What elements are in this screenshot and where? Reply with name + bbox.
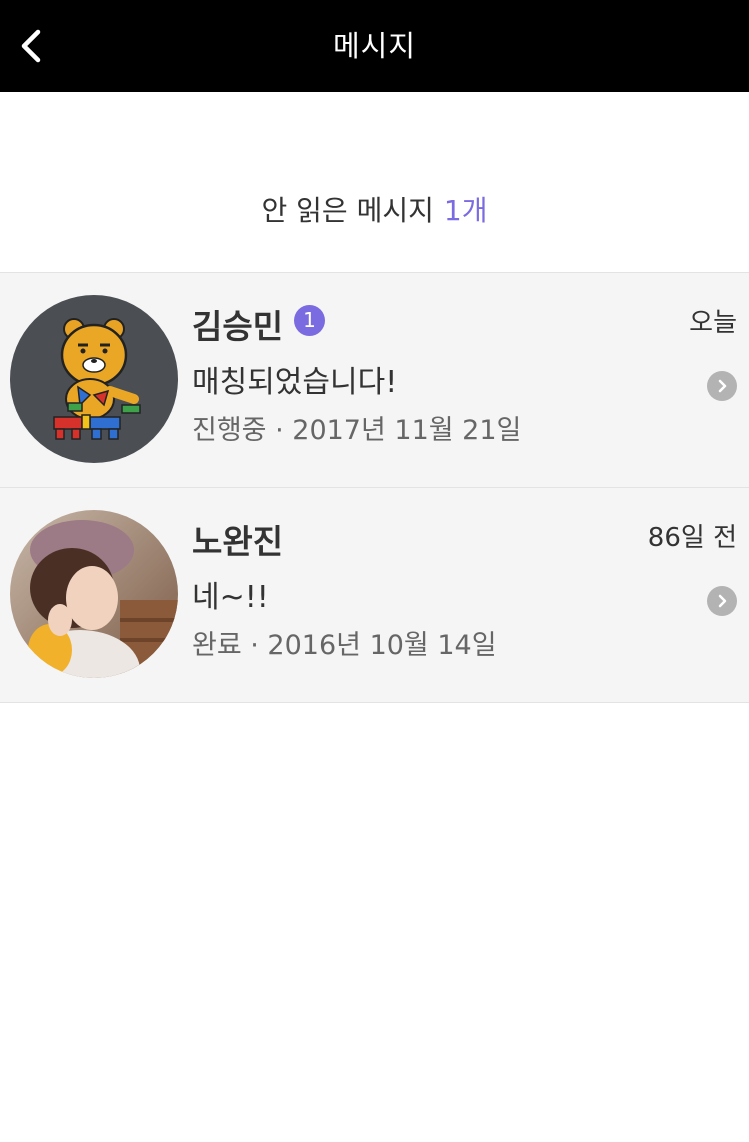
- status-line: 진행중 · 2017년 11월 21일: [192, 415, 522, 446]
- chevron-right-icon: [718, 594, 727, 608]
- open-conversation-button[interactable]: [707, 586, 737, 616]
- message-time: 오늘: [689, 308, 737, 338]
- message-preview: 매칭되었습니다!: [192, 365, 398, 400]
- open-conversation-button[interactable]: [707, 371, 737, 401]
- contact-name: 김승민: [192, 307, 284, 346]
- unread-summary: 안 읽은 메시지 1개: [0, 186, 749, 236]
- avatar: [10, 295, 178, 463]
- contact-name: 노완진: [192, 522, 284, 561]
- conversation-row[interactable]: 김승민 1 오늘 매칭되었습니다! 진행중 · 2017년 11월 21일: [0, 273, 749, 488]
- unread-count: 1개: [443, 194, 488, 227]
- unread-summary-label: 안 읽은 메시지: [261, 194, 434, 227]
- unread-badge: 1: [294, 305, 325, 336]
- conversation-row[interactable]: 노완진 86일 전 네~!! 완료 · 2016년 10월 14일: [0, 488, 749, 703]
- avatar: [10, 510, 178, 678]
- message-time: 86일 전: [647, 523, 737, 553]
- top-bar: 메시지: [0, 0, 749, 92]
- status-line: 완료 · 2016년 10월 14일: [192, 630, 497, 661]
- message-preview: 네~!!: [192, 580, 269, 615]
- page-title: 메시지: [332, 29, 417, 63]
- chevron-right-icon: [718, 379, 727, 393]
